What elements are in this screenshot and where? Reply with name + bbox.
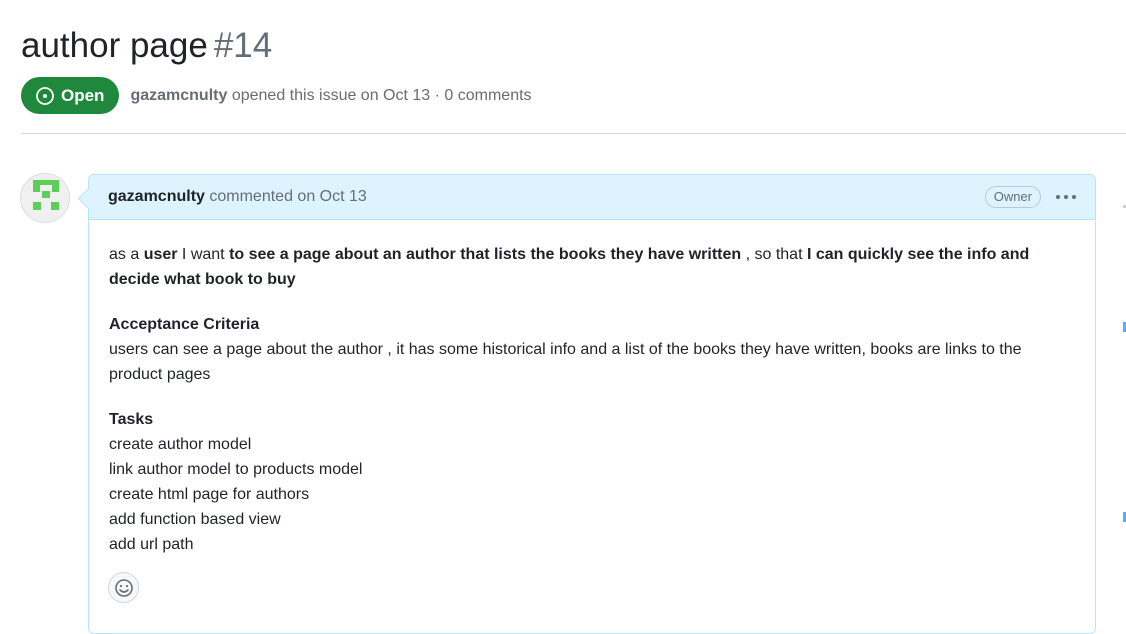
comment-byline: gazamcnulty commented on Oct 13 [108, 188, 367, 206]
issue-author-link[interactable]: gazamcnulty [130, 87, 227, 104]
acceptance-text: users can see a page about the author , … [109, 341, 1022, 383]
task-item: create html page for authors [109, 486, 310, 503]
tasks-heading: Tasks [109, 411, 154, 428]
header-divider [21, 133, 1126, 134]
issue-meta: Open gazamcnulty opened this issue on Oc… [21, 77, 532, 114]
state-badge[interactable]: Open [21, 77, 120, 114]
identicon-icon [33, 180, 59, 210]
tasks-section: Tasks create author model link author mode… [109, 407, 1075, 557]
story-goal: to see a page about an author that lists… [229, 246, 742, 263]
kebab-horizontal-icon [1056, 195, 1076, 199]
smiley-icon [114, 578, 133, 597]
story-role: user [143, 246, 178, 263]
comment-author-link[interactable]: gazamcnulty [108, 188, 205, 205]
owner-badge: Owner [984, 186, 1041, 208]
issue-header: author page #14 [21, 24, 1126, 68]
issue-title: author page #14 [21, 24, 1126, 68]
avatar[interactable] [20, 173, 70, 223]
acceptance-heading: Acceptance Criteria [109, 316, 260, 333]
comment-header: gazamcnulty commented on Oct 13 Owner [89, 175, 1095, 220]
add-reaction-button[interactable] [108, 572, 139, 603]
issue-title-text: author page [21, 26, 208, 65]
state-label: Open [61, 85, 105, 105]
issue-opened-icon [36, 86, 54, 105]
comment-menu-button[interactable] [1055, 190, 1077, 204]
issue-opened-text: opened this issue on Oct 13 · 0 comments [231, 86, 532, 104]
task-item: create author model [109, 436, 252, 453]
issue-number: #14 [213, 26, 273, 65]
comment-timestamp[interactable]: commented on Oct 13 [209, 188, 366, 205]
task-item: link author model to products model [109, 461, 363, 478]
task-item: add url path [109, 536, 194, 553]
user-story: as a user I want to see a page about an … [109, 246, 1030, 288]
acceptance-criteria: Acceptance Criteria users can see a page … [109, 312, 1075, 387]
task-item: add function based view [109, 511, 281, 528]
comment-box: gazamcnulty commented on Oct 13 Owner as… [88, 174, 1096, 634]
issue-opened-info: gazamcnulty opened this issue on Oct 13 … [130, 87, 531, 105]
comment-body: as a user I want to see a page about an … [89, 220, 1095, 557]
